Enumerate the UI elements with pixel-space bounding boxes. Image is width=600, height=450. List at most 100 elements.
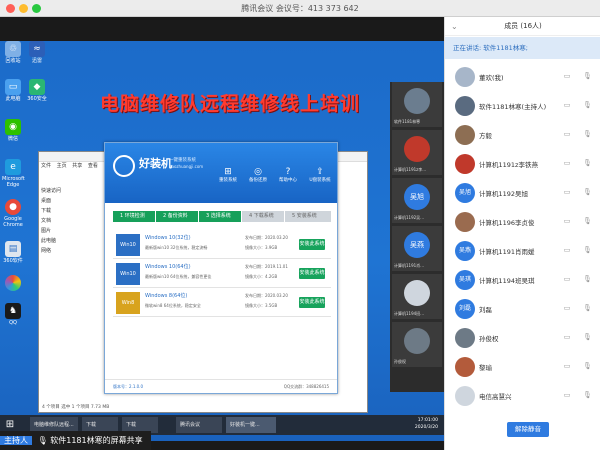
member-row[interactable]: 黎瑜 ▭ 🎙 xyxy=(445,353,600,380)
member-row[interactable]: 计算机1191z李铁燕 ▭ 🎙 xyxy=(445,150,600,177)
clock-date: 2020/3/20 xyxy=(414,425,438,430)
installer-logo-icon xyxy=(113,155,135,177)
member-row[interactable]: 软件1181林寒(主持人) ▭ 🎙 xyxy=(445,92,600,119)
camera-icon[interactable]: ▭ xyxy=(563,332,571,342)
camera-icon[interactable]: ▭ xyxy=(563,158,571,168)
member-avatar xyxy=(455,357,475,377)
desktop-icon-this-pc[interactable]: ▭ 此电脑 xyxy=(2,79,24,102)
member-name: 计算机1192吴旭 xyxy=(479,190,529,198)
member-row[interactable]: 吴燕 计算机1191肖雨媛 ▭ 🎙 xyxy=(445,237,600,264)
camera-icon[interactable]: ▭ xyxy=(563,129,571,139)
member-row[interactable]: 计算机1196李贞俊 ▭ 🎙 xyxy=(445,208,600,235)
mic-icon[interactable]: 🎙 xyxy=(583,303,592,313)
collapse-icon[interactable]: ⌄ xyxy=(451,17,458,36)
tab-file[interactable]: 文件 xyxy=(41,163,51,169)
camera-icon[interactable]: ▭ xyxy=(563,361,571,371)
mic-icon[interactable]: 🎙 xyxy=(583,390,592,400)
camera-icon[interactable]: ▭ xyxy=(563,187,571,197)
desktop-icon-edge[interactable]: e Microsoft Edge xyxy=(2,159,25,188)
camera-icon[interactable]: ▭ xyxy=(563,274,571,284)
start-windows-icon[interactable]: ⊞ xyxy=(3,418,17,432)
camera-icon[interactable]: ▭ xyxy=(563,100,571,110)
desktop-icon-wechat[interactable]: ◉ 微信 xyxy=(2,119,24,142)
installer-footer: 版本号：2.1.0.0 QQ交流群：348826415 xyxy=(105,379,337,393)
video-thumb-name: 计算机1191z李... xyxy=(394,167,427,172)
desktop-icon-360[interactable]: ◆ 360安全 xyxy=(26,79,48,102)
video-thumb[interactable]: 吴旭 计算机1192吴... xyxy=(392,178,442,223)
camera-icon[interactable]: ▭ xyxy=(563,303,571,313)
system-date: 发布日期：2019.11.01 xyxy=(245,264,288,269)
mic-icon[interactable]: 🎙 xyxy=(583,158,592,168)
member-row[interactable]: 吴旭 计算机1192吴旭 ▭ 🎙 xyxy=(445,179,600,206)
desktop-icon-color[interactable] xyxy=(2,275,24,292)
camera-icon[interactable]: ▭ xyxy=(563,245,571,255)
video-thumb[interactable]: 计算机1194班... xyxy=(392,274,442,319)
installer-url: haozhuangji.com xyxy=(169,164,204,169)
member-row[interactable]: 方毅 ▭ 🎙 xyxy=(445,121,600,148)
mic-icon[interactable]: 🎙 xyxy=(583,274,592,284)
member-name: 董欢(我) xyxy=(479,74,504,82)
system-name: Windows 10(32位) xyxy=(145,235,191,241)
taskbar-clock: 17:01:00 2020/3/20 xyxy=(415,417,438,431)
task-item-installer[interactable]: 好装机一键... xyxy=(226,417,276,433)
installer-version: 版本号：2.1.0.0 xyxy=(113,384,143,389)
sidebar-item-desktop[interactable]: 桌面 xyxy=(41,196,81,206)
desktop-icon-xunlei[interactable]: ≈ 迅雷 xyxy=(26,41,48,64)
task-item-tencent-meeting[interactable]: 腾讯会议 xyxy=(176,417,222,433)
nav-reinstall[interactable]: ⊞ 重装系统 xyxy=(215,167,241,183)
install-button[interactable]: 安装此系统 xyxy=(299,239,325,250)
video-thumb-name: 软件1181林寒 xyxy=(394,119,421,124)
sidebar-item-documents[interactable]: 文档 xyxy=(41,216,81,226)
camera-icon[interactable]: ▭ xyxy=(563,216,571,226)
members-title: 成员 (16人) xyxy=(504,22,542,30)
mic-icon[interactable]: 🎙 xyxy=(583,361,592,371)
sidebar-item-quick-access[interactable]: 快速访问 xyxy=(41,186,81,196)
mic-icon[interactable]: 🎙 xyxy=(583,100,592,110)
avatar: 吴旭 xyxy=(404,184,430,210)
video-thumb[interactable]: 计算机1191z李... xyxy=(392,130,442,175)
mic-icon[interactable]: 🎙 xyxy=(583,216,592,226)
video-thumb[interactable]: 孙俊权 xyxy=(392,322,442,367)
member-row[interactable]: 吴琪 计算机1194班吴琪 ▭ 🎙 xyxy=(445,266,600,293)
member-avatar xyxy=(455,328,475,348)
member-row[interactable]: 电信高慧兴 ▭ 🎙 xyxy=(445,382,600,409)
mic-icon[interactable]: 🎙 xyxy=(583,245,592,255)
sidebar-item-this-pc[interactable]: 此电脑 xyxy=(41,236,81,246)
camera-icon[interactable]: ▭ xyxy=(563,390,571,400)
video-thumb[interactable]: 软件1181林寒 xyxy=(392,82,442,127)
avatar xyxy=(404,136,430,162)
meeting-title: 腾讯会议 会议号：413 373 642 xyxy=(241,4,359,13)
mic-icon[interactable]: 🎙 xyxy=(583,332,592,342)
system-desc: 最新版win10 32位系统，稳定流畅 xyxy=(145,245,208,250)
tab-home[interactable]: 主页 xyxy=(57,163,67,169)
box-icon: ▤ xyxy=(5,241,21,257)
member-row[interactable]: 刘磊 刘磊 ▭ 🎙 xyxy=(445,295,600,322)
mic-icon[interactable]: 🎙 xyxy=(583,71,592,81)
desktop-icon-recycle-bin[interactable]: ♲ 回收站 xyxy=(2,41,24,64)
member-row[interactable]: 孙俊权 ▭ 🎙 xyxy=(445,324,600,351)
sidebar-item-downloads[interactable]: 下载 xyxy=(41,206,81,216)
camera-icon[interactable]: ▭ xyxy=(563,71,571,81)
member-row[interactable]: 董欢(我) ▭ 🎙 xyxy=(445,63,600,90)
video-thumb[interactable]: 吴燕 计算机1191肖... xyxy=(392,226,442,271)
desktop-icon-360-software[interactable]: ▤ 360软件 xyxy=(2,241,24,264)
nav-backup[interactable]: ◎ 备份还原 xyxy=(245,167,271,183)
color-wheel-icon xyxy=(5,275,21,291)
desktop-icon-qq[interactable]: ♞ QQ xyxy=(2,303,24,326)
sidebar-item-network[interactable]: 网络 xyxy=(41,246,81,256)
system-option-win10-64: Win10 Windows 10(64位) 最新版win10 64位系统，兼容性… xyxy=(113,260,331,288)
explorer-sidebar: 快速访问 桌面 下载 文档 图片 此电脑 网络 xyxy=(41,186,81,386)
installer-subtitle: 一键重装系统 xyxy=(169,158,196,163)
nav-usb[interactable]: ⇪ U盘装系统 xyxy=(305,167,335,183)
desktop-icon-chrome[interactable]: ● Google Chrome xyxy=(2,199,24,228)
mic-icon[interactable]: 🎙 xyxy=(583,187,592,197)
tab-share[interactable]: 共享 xyxy=(72,163,82,169)
unmute-button[interactable]: 解除静音 xyxy=(507,422,549,437)
avatar xyxy=(404,328,430,354)
install-button[interactable]: 安装此系统 xyxy=(299,297,325,308)
nav-help[interactable]: ? 帮助中心 xyxy=(275,167,301,183)
install-button[interactable]: 安装此系统 xyxy=(299,268,325,279)
sidebar-item-pictures[interactable]: 图片 xyxy=(41,226,81,236)
tab-view[interactable]: 查看 xyxy=(88,163,98,169)
mic-icon[interactable]: 🎙 xyxy=(583,129,592,139)
